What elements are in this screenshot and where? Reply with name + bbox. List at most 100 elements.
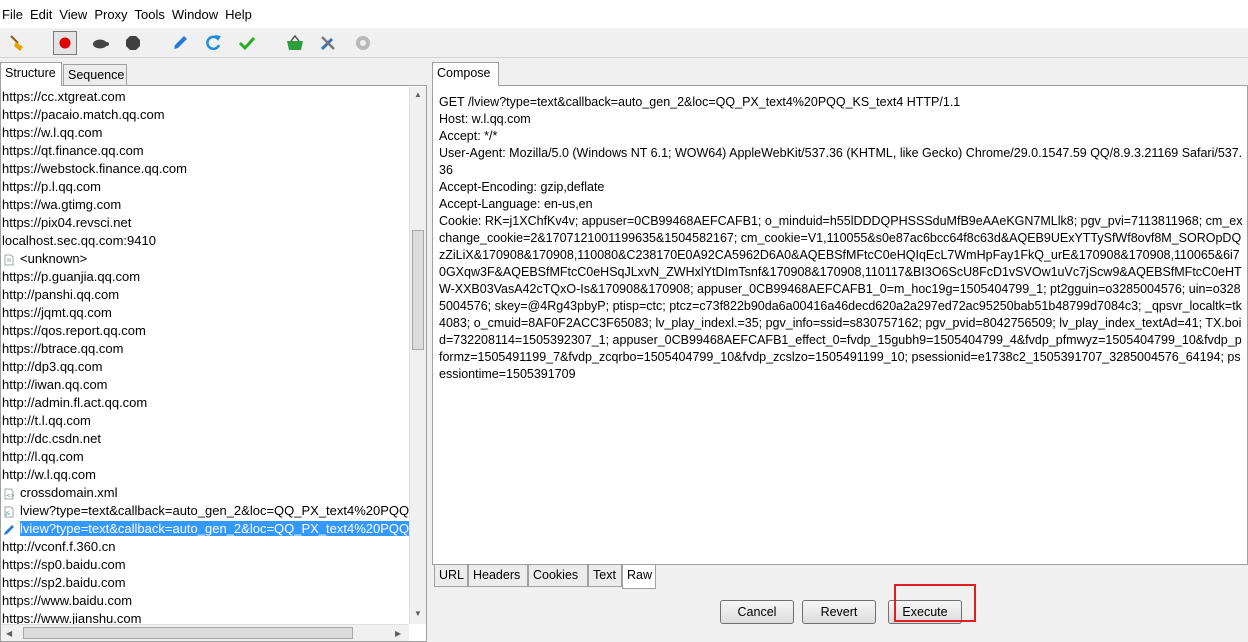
- compose-pane: Compose GET /lview?type=text&callback=au…: [432, 62, 1248, 642]
- tree-row[interactable]: https://w.l.qq.com: [1, 124, 409, 142]
- tree-row[interactable]: JS lview?type=text&callback=auto_gen_2&lo…: [1, 502, 409, 520]
- horizontal-scrollbar[interactable]: ◀ ▶: [1, 624, 409, 641]
- tree-list: https://cc.xtgreat.com https://pacaio.mat…: [1, 88, 409, 628]
- tree-row[interactable]: https://pix04.revsci.net: [1, 214, 409, 232]
- raw-request-text[interactable]: GET /lview?type=text&callback=auto_gen_2…: [439, 94, 1245, 383]
- tree-row[interactable]: https://p.guanjia.qq.com: [1, 268, 409, 286]
- pencil-icon: [3, 523, 15, 535]
- menu-edit[interactable]: Edit: [30, 7, 59, 22]
- menu-help[interactable]: Help: [225, 7, 259, 22]
- revert-button[interactable]: Revert: [802, 600, 876, 624]
- record-icon: [59, 37, 71, 49]
- tab-sequence[interactable]: Sequence: [63, 64, 127, 86]
- tree-row[interactable]: https://webstock.finance.qq.com: [1, 160, 409, 178]
- menu-file[interactable]: File: [2, 7, 30, 22]
- vertical-scrollbar[interactable]: ▲ ▼: [409, 87, 426, 624]
- checkmark-icon: [238, 36, 256, 51]
- tree-row-label: https://p.guanjia.qq.com: [2, 269, 141, 284]
- clear-button[interactable]: [5, 31, 29, 55]
- tab-headers[interactable]: Headers: [468, 565, 528, 587]
- stop-icon: [126, 36, 140, 50]
- repeat-icon: [206, 35, 221, 51]
- tree-row-label: https://sp2.baidu.com: [2, 575, 126, 590]
- scroll-down-arrow[interactable]: ▼: [414, 609, 422, 618]
- tab-compose[interactable]: Compose: [432, 62, 499, 86]
- stop-button[interactable]: [121, 31, 145, 55]
- tree-row-label: https://qos.report.qq.com: [2, 323, 146, 338]
- scroll-up-arrow[interactable]: ▲: [414, 90, 422, 99]
- tree-row-label: https://pix04.revsci.net: [2, 215, 132, 230]
- tree-row[interactable]: https://qt.finance.qq.com: [1, 142, 409, 160]
- menu-proxy[interactable]: Proxy: [94, 7, 134, 22]
- tree-row-label: https://jqmt.qq.com: [2, 305, 112, 320]
- tree-row-label: localhost.sec.qq.com:9410: [2, 233, 156, 248]
- menu-tools[interactable]: Tools: [135, 7, 172, 22]
- tree-row[interactable]: <unknown>: [1, 250, 409, 268]
- scroll-left-arrow[interactable]: ◀: [6, 629, 12, 638]
- tree-row-label: lview?type=text&callback=auto_gen_2&loc=…: [20, 521, 409, 536]
- tree-row-label: https://cc.xtgreat.com: [2, 89, 126, 104]
- tree-row[interactable]: http://t.l.qq.com: [1, 412, 409, 430]
- tree-row[interactable]: localhost.sec.qq.com:9410: [1, 232, 409, 250]
- tree-row[interactable]: https://pacaio.match.qq.com: [1, 106, 409, 124]
- tree-row[interactable]: http://admin.fl.act.qq.com: [1, 394, 409, 412]
- tree-row-label: <unknown>: [20, 251, 88, 266]
- record-button[interactable]: [53, 31, 77, 55]
- tree-row[interactable]: https://cc.xtgreat.com: [1, 88, 409, 106]
- tree-row-label: crossdomain.xml: [20, 485, 118, 500]
- tree-row[interactable]: https://btrace.qq.com: [1, 340, 409, 358]
- tree-row[interactable]: https://sp2.baidu.com: [1, 574, 409, 592]
- tree-row[interactable]: http://dp3.qq.com: [1, 358, 409, 376]
- repeat-button[interactable]: [201, 31, 225, 55]
- tree-row[interactable]: https://wa.gtimg.com: [1, 196, 409, 214]
- edit-button[interactable]: [168, 31, 192, 55]
- file-icon: [3, 253, 15, 266]
- cancel-button[interactable]: Cancel: [720, 600, 794, 624]
- tree-row-label: https://btrace.qq.com: [2, 341, 124, 356]
- tree-row[interactable]: http://w.l.qq.com: [1, 466, 409, 484]
- vertical-scroll-thumb[interactable]: [412, 230, 424, 350]
- tree-row[interactable]: https://www.baidu.com: [1, 592, 409, 610]
- tools-button[interactable]: [316, 31, 340, 55]
- tab-url[interactable]: URL: [434, 565, 468, 587]
- tab-cookies[interactable]: Cookies: [528, 565, 588, 587]
- tree-row[interactable]: https://sp0.baidu.com: [1, 556, 409, 574]
- execute-button[interactable]: Execute: [888, 600, 962, 624]
- throttle-button[interactable]: [88, 31, 112, 55]
- tree-row[interactable]: http://panshi.qq.com: [1, 286, 409, 304]
- toolbar: [0, 28, 1248, 58]
- tree-row-label: https://www.baidu.com: [2, 593, 133, 608]
- tree-row-label: http://panshi.qq.com: [2, 287, 120, 302]
- scroll-right-arrow[interactable]: ▶: [395, 629, 401, 638]
- menu-window[interactable]: Window: [172, 7, 225, 22]
- settings-button[interactable]: [351, 31, 375, 55]
- tree-row-label: lview?type=text&callback=auto_gen_2&loc=…: [20, 503, 409, 518]
- tree-row[interactable]: https://p.l.qq.com: [1, 178, 409, 196]
- raw-request-editor[interactable]: GET /lview?type=text&callback=auto_gen_2…: [432, 85, 1248, 565]
- validate-button[interactable]: [235, 31, 259, 55]
- tree-row[interactable]: https://qos.report.qq.com: [1, 322, 409, 340]
- tree-row-label: https://p.l.qq.com: [2, 179, 101, 194]
- menu-view[interactable]: View: [59, 7, 94, 22]
- tab-structure[interactable]: Structure: [0, 62, 62, 86]
- shop-button[interactable]: [283, 31, 307, 55]
- tools-icon: [320, 36, 335, 51]
- host-tree[interactable]: https://cc.xtgreat.com https://pacaio.mat…: [0, 85, 427, 642]
- tree-row-label: http://w.l.qq.com: [2, 467, 96, 482]
- tree-row-label: https://wa.gtimg.com: [2, 197, 122, 212]
- tree-row[interactable]: https://jqmt.qq.com: [1, 304, 409, 322]
- tree-row[interactable]: http://iwan.qq.com: [1, 376, 409, 394]
- horizontal-scroll-thumb[interactable]: [23, 627, 353, 639]
- tree-row-label: http://l.qq.com: [2, 449, 84, 464]
- tree-row[interactable]: http://vconf.f.360.cn: [1, 538, 409, 556]
- tree-row-label: http://t.l.qq.com: [2, 413, 91, 428]
- broom-icon: [10, 35, 23, 51]
- tab-text[interactable]: Text: [588, 565, 622, 587]
- tree-row-label: http://dp3.qq.com: [2, 359, 103, 374]
- tree-row-selected[interactable]: lview?type=text&callback=auto_gen_2&loc=…: [1, 520, 409, 538]
- tree-row[interactable]: http://l.qq.com: [1, 448, 409, 466]
- tree-row[interactable]: http://dc.csdn.net: [1, 430, 409, 448]
- tree-row[interactable]: <> crossdomain.xml: [1, 484, 409, 502]
- tab-raw[interactable]: Raw: [622, 565, 656, 589]
- tree-row-label: https://qt.finance.qq.com: [2, 143, 144, 158]
